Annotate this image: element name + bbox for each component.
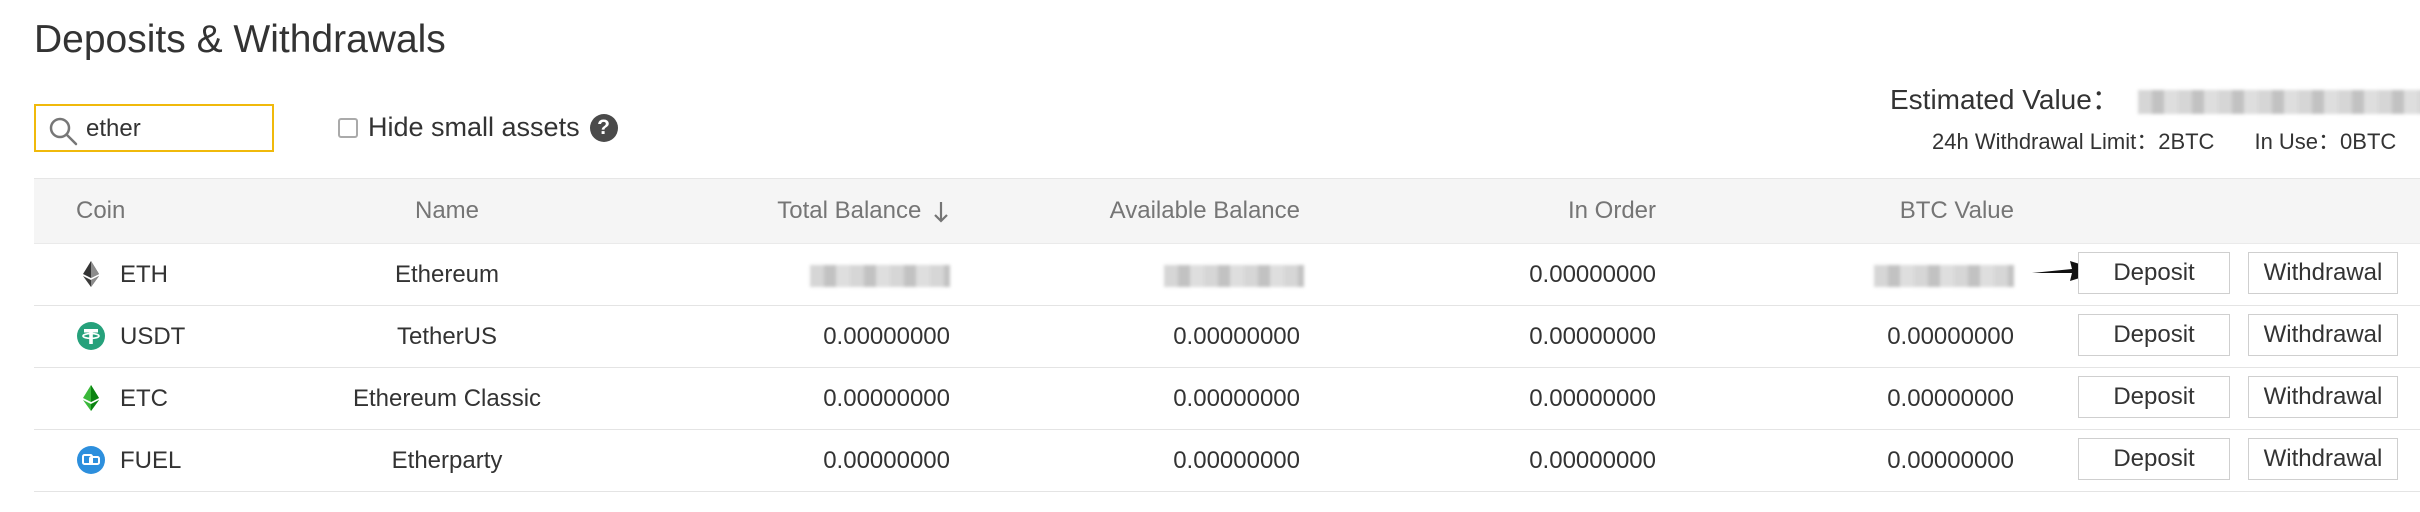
coin-symbol: ETC — [120, 385, 168, 412]
withdrawal-button[interactable]: Withdrawal — [2248, 376, 2398, 418]
btc-value-redacted — [1794, 244, 2014, 305]
header-total-label: Total Balance — [777, 197, 922, 224]
coin-name: Etherparty — [391, 447, 503, 474]
btc-value: 0.00000000 — [1887, 447, 2014, 474]
total-balance-redacted — [772, 244, 950, 305]
table-header: Coin Name Total Balance Available Balanc… — [34, 179, 2420, 244]
page-title: Deposits & Withdrawals — [34, 18, 446, 61]
in-order-value: 0.00000000 — [1529, 447, 1656, 474]
withdrawal-button[interactable]: Withdrawal — [2248, 438, 2398, 480]
header-in-order[interactable]: In Order — [1374, 179, 1656, 243]
estimated-value: Estimated Value： — [1890, 78, 2420, 118]
etc-icon — [83, 385, 99, 411]
table-row: FUEL Etherparty 0.00000000 0.00000000 0.… — [34, 430, 2420, 492]
coin-name: Ethereum Classic — [352, 385, 542, 412]
coin-symbol: ETH — [120, 261, 168, 288]
in-order-value: 0.00000000 — [1529, 323, 1656, 350]
withdrawal-button[interactable]: Withdrawal — [2248, 252, 2398, 294]
in-use-value: 0BTC — [2340, 129, 2397, 154]
assets-table: Coin Name Total Balance Available Balanc… — [34, 178, 2420, 492]
withdrawal-button[interactable]: Withdrawal — [2248, 314, 2398, 356]
total-balance: 0.00000000 — [823, 323, 950, 350]
limit-value: 2BTC — [2158, 129, 2215, 154]
fuel-icon — [77, 446, 105, 474]
total-balance: 0.00000000 — [823, 385, 950, 412]
available-balance: 0.00000000 — [1173, 323, 1300, 350]
estimated-value-label: Estimated Value： — [1890, 84, 2120, 115]
table-row: ETH Ethereum 0.00000000 Deposit Withdraw… — [34, 244, 2420, 306]
search-box[interactable] — [34, 104, 274, 152]
in-use-label: In Use： — [2254, 129, 2341, 154]
header-coin[interactable]: Coin — [76, 179, 125, 243]
header-available-balance[interactable]: Available Balance — [984, 179, 1300, 243]
in-order-value: 0.00000000 — [1529, 261, 1656, 288]
header-total-balance[interactable]: Total Balance — [672, 179, 950, 243]
available-balance: 0.00000000 — [1173, 447, 1300, 474]
deposit-button[interactable]: Deposit — [2078, 252, 2230, 294]
help-icon[interactable]: ? — [589, 113, 618, 142]
available-balance-redacted — [1114, 244, 1304, 305]
deposit-button[interactable]: Deposit — [2078, 376, 2230, 418]
header-btc-value[interactable]: BTC Value — [1734, 179, 2014, 243]
estimated-value-redacted — [2137, 89, 2420, 114]
search-icon — [49, 117, 78, 146]
btc-value-redacted — [1874, 264, 2014, 287]
coin-symbol: USDT — [120, 323, 186, 350]
btc-value: 0.00000000 — [1887, 385, 2014, 412]
btc-value: 0.00000000 — [1887, 323, 2014, 350]
header-name[interactable]: Name — [282, 179, 612, 243]
hide-small-assets-label: Hide small assets — [368, 112, 580, 142]
limit-label: 24h Withdrawal Limit： — [1932, 129, 2159, 154]
in-order-value: 0.00000000 — [1529, 385, 1656, 412]
coin-name: TetherUS — [396, 323, 498, 350]
search-input[interactable] — [86, 112, 266, 146]
available-balance-redacted — [1164, 264, 1304, 287]
hide-small-assets[interactable]: Hide small assets ? — [338, 112, 618, 143]
total-balance: 0.00000000 — [823, 447, 950, 474]
sort-down-icon — [934, 201, 948, 223]
available-balance: 0.00000000 — [1173, 385, 1300, 412]
table-row: USDT TetherUS 0.00000000 0.00000000 0.00… — [34, 306, 2420, 368]
coin-name: Ethereum — [394, 261, 500, 288]
table-row: ETC Ethereum Classic 0.00000000 0.000000… — [34, 368, 2420, 430]
eth-icon — [83, 261, 99, 287]
withdrawal-limit: 24h Withdrawal Limit：2BTC In Use：0BTC — [1932, 124, 2396, 156]
hide-small-assets-checkbox[interactable] — [338, 117, 358, 138]
deposit-button[interactable]: Deposit — [2078, 438, 2230, 480]
deposit-button[interactable]: Deposit — [2078, 314, 2230, 356]
usdt-icon — [77, 322, 105, 350]
total-balance-redacted — [810, 264, 950, 287]
coin-symbol: FUEL — [120, 447, 182, 474]
